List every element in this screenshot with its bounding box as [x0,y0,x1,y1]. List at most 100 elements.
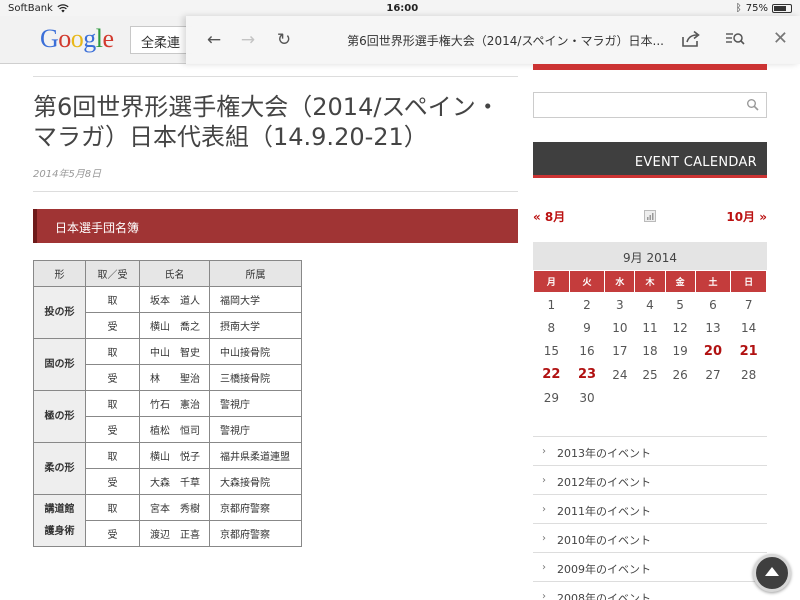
chevron-right-icon: › [542,504,546,515]
archive-item[interactable]: › 2010年のイベント [533,524,767,553]
calendar-day-event[interactable]: 20 [695,340,731,364]
prev-month-link[interactable]: « 8月 [533,208,565,225]
calendar-day: 24 [612,367,628,382]
weekday-label: 土 [694,270,732,293]
close-icon[interactable]: ✕ [773,28,788,49]
affiliation-cell: 中山接骨院 [209,338,302,365]
affiliation-cell: 京都府警察 [209,520,302,547]
calendar-day: 5 [676,297,684,312]
name-cell: 渡辺 正喜 [139,520,210,547]
carrier-label: SoftBank [8,2,53,14]
feed-icon[interactable] [644,210,656,222]
calendar-week: 8 9 10 11 12 13 14 [534,316,767,340]
scroll-to-top-button[interactable] [753,554,791,592]
calendar-day: 1 [547,297,556,312]
calendar-day: 25 [642,367,658,382]
chevron-right-icon: › [542,562,546,573]
calendar-day: 6 [709,297,717,312]
search-icon[interactable] [746,98,760,112]
calendar-day: 7 [744,297,753,312]
forward-arrow-icon[interactable]: → [238,30,258,50]
calendar-day-event[interactable]: 22 [534,363,570,387]
share-icon[interactable] [680,30,702,48]
search-input[interactable] [534,93,734,117]
page-overlay-bar: ← → ↻ 第6回世界形選手権大会（2014/スペイン・マラガ）日本... ✕ [186,16,800,64]
archive-item-label: 2012年のイベント [557,476,651,489]
page-title-bar: 第6回世界形選手権大会（2014/スペイン・マラガ）日本... [347,34,664,48]
logo-letter: l [95,24,103,53]
calendar-day [695,387,731,411]
role-cell: 取 [85,338,140,365]
roster-table: 形 取／受 氏名 所属 投の形取坂本 道人 福岡大学受横山 喬之 摂南大学 固の形取中… [33,260,302,547]
search-box [533,92,767,118]
archive-item[interactable]: › 2009年のイベント [533,553,767,582]
weekday-label: 木 [634,270,666,293]
kata-cell: 極の形 [33,390,86,443]
calendar-day: 18 [642,344,658,359]
chevron-right-icon: › [542,446,546,457]
calendar-day: 12 [672,320,688,335]
calendar-day: 3 [616,297,624,312]
archive-item[interactable]: › 2012年のイベント [533,466,767,495]
affiliation-cell: 福岡大学 [209,286,302,313]
archive-item-label: 2009年のイベント [557,563,651,576]
name-cell: 横山 喬之 [139,312,210,339]
archive-item-label: 2008年のイベント [557,592,651,600]
table-row: 講道館 護身術取宮本 秀樹 京都府警察 [33,494,302,547]
month-nav: « 8月 10月 » [533,208,767,226]
find-in-page-icon[interactable] [724,30,746,48]
page-content: 第6回世界形選手権大会（2014/スペイン・マラガ）日本代表組（14.9.20-… [0,64,800,600]
reload-icon[interactable]: ↻ [274,30,294,50]
event-calendar: 月火水木金土日 1 2 3 4 5 6 7 8 9 10 11 12 13 14 15 16 17 18 19 20 2… [533,270,767,410]
role-cell: 受 [85,468,140,495]
logo-letter: e [102,24,115,53]
calendar-day-event[interactable]: 23 [569,363,605,387]
role-cell: 取 [85,442,140,469]
calendar-day: 15 [543,344,559,359]
calendar-day: 19 [672,344,688,359]
roster-header-row: 形 取／受 氏名 所属 [33,260,302,287]
logo-letter: o [70,24,84,53]
weekday-label: 火 [568,270,606,293]
calendar-week: 15 16 17 18 19 20 21 [534,340,767,364]
archive-item[interactable]: › 2013年のイベント [533,437,767,466]
calendar-day: 27 [705,367,721,382]
divider [33,76,518,77]
name-cell: 林 聖治 [139,364,210,391]
clock: 16:00 [386,2,419,14]
calendar-day: 13 [705,320,721,335]
header-name: 氏名 [139,260,210,287]
weekday-row: 月火水木金土日 [533,270,767,293]
name-cell: 坂本 道人 [139,286,210,313]
role-cell: 取 [85,494,140,521]
archive-item-label: 2011年のイベント [557,505,651,518]
google-logo[interactable]: Google [40,24,114,54]
calendar-day [605,387,635,411]
affiliation-cell: 警視庁 [209,390,302,417]
logo-letter: G [40,24,59,53]
background-tab[interactable]: 全柔連 [130,26,192,54]
bluetooth-icon: ᛒ [735,2,742,14]
weekday-label: 水 [604,270,636,293]
calendar-day-event[interactable]: 21 [731,340,767,364]
calendar-day: 26 [672,367,688,382]
chevron-right-icon: › [542,475,546,486]
calendar-day: 9 [583,320,591,335]
calendar-day: 4 [646,297,654,312]
kata-cell: 固の形 [33,338,86,391]
name-cell: 宮本 秀樹 [139,494,210,521]
calendar-week: 29 30 [534,387,767,411]
archive-item[interactable]: › 2008年のイベント [533,582,767,600]
calendar-week: 22 23 24 25 26 27 28 [534,363,767,387]
affiliation-cell: 摂南大学 [209,312,302,339]
kata-cell: 講道館 護身術 [33,494,86,547]
table-row: 投の形取坂本 道人 福岡大学 [33,286,302,339]
kata-cell: 柔の形 [33,442,86,495]
back-arrow-icon[interactable]: ← [204,30,224,50]
calendar-day: 11 [642,320,658,335]
next-month-link[interactable]: 10月 » [726,208,767,225]
calendar-day: 8 [547,320,556,335]
name-cell: 竹石 憲治 [139,390,210,417]
archive-item[interactable]: › 2011年のイベント [533,495,767,524]
chevron-right-icon: › [542,591,546,600]
